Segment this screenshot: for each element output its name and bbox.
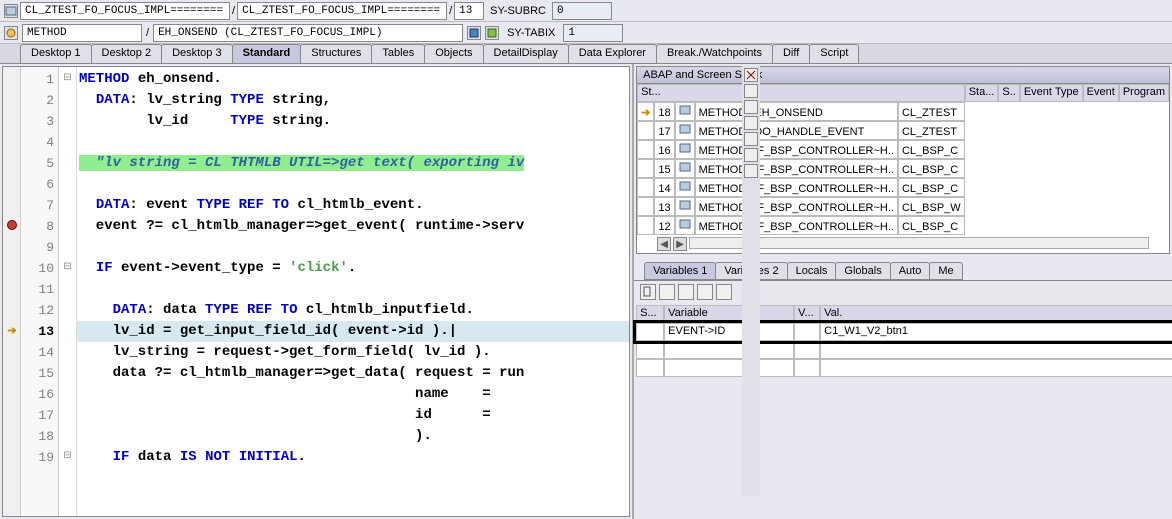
stack-col-s[interactable]: S.. <box>998 84 1019 102</box>
variable-row-empty[interactable] <box>636 359 1172 377</box>
var-col-val[interactable]: Val. <box>820 305 1172 323</box>
var-col-v[interactable]: V... <box>794 305 820 323</box>
sort-asc-icon[interactable] <box>697 284 713 300</box>
class-field-2[interactable]: CL_ZTEST_FO_FOCUS_IMPL======== <box>237 2 447 20</box>
stack-col-sta[interactable]: Sta... <box>965 84 999 102</box>
stack-row[interactable]: 14METHODIF_BSP_CONTROLLER~H..CL_BSP_C <box>637 178 965 197</box>
tab-breakwatch[interactable]: Break./Watchpoints <box>656 44 773 63</box>
stack-col-program[interactable]: Program <box>1119 84 1169 102</box>
insert-icon[interactable] <box>659 284 675 300</box>
sy-subrc-label: SY-SUBRC <box>486 5 550 17</box>
marker-gutter: ➔ <box>3 67 21 516</box>
tab-locals[interactable]: Locals <box>787 262 837 280</box>
glasses-icon[interactable] <box>744 132 758 146</box>
sy-tabix-label: SY-TABIX <box>503 27 559 39</box>
code-container: ➔ 12345678910111213141516171819 ⊟⊟⊟ METH… <box>2 66 630 517</box>
export-icon[interactable] <box>744 100 758 114</box>
grid-icon[interactable] <box>678 284 694 300</box>
stack-row[interactable]: 12METHODIF_BSP_CONTROLLER~H..CL_BSP_C <box>637 216 965 235</box>
right-panel: ABAP and Screen Stack St... Sta... S.. E… <box>634 64 1172 519</box>
fullscreen-icon[interactable] <box>744 116 758 130</box>
tab-objects[interactable]: Objects <box>424 44 483 63</box>
sy-subrc-value: 0 <box>552 2 612 20</box>
method-icon[interactable] <box>4 26 18 40</box>
stack-row[interactable]: 17METHODDO_HANDLE_EVENTCL_ZTEST <box>637 121 965 140</box>
stack-scroll: ◀ ▶ <box>637 235 1169 253</box>
stack-col-st[interactable]: St... <box>637 84 965 102</box>
stack-title: ABAP and Screen Stack <box>637 67 1169 84</box>
fold-column: ⊟⊟⊟ <box>59 67 77 516</box>
current-line-pointer: ➔ <box>6 324 18 336</box>
tab-globals[interactable]: Globals <box>835 262 890 280</box>
stack-col-eventtype[interactable]: Event Type <box>1020 84 1083 102</box>
method-name-field[interactable]: EH_ONSEND (CL_ZTEST_FO_FOCUS_IMPL) <box>153 24 463 42</box>
var-col-variable[interactable]: Variable <box>664 305 794 323</box>
editor-vertical-toolbar <box>742 66 760 496</box>
variables-grid: S... Variable V... Val. EVENT->ID C1_W1_… <box>636 305 1172 377</box>
tab-auto[interactable]: Auto <box>890 262 931 280</box>
tab-diff[interactable]: Diff <box>772 44 810 63</box>
sort-desc-icon[interactable] <box>716 284 732 300</box>
sep: / <box>232 5 235 17</box>
tab-structures[interactable]: Structures <box>300 44 372 63</box>
class-field-1[interactable]: CL_ZTEST_FO_FOCUS_IMPL======== <box>20 2 230 20</box>
headset-icon[interactable] <box>744 148 758 162</box>
stack-row[interactable]: 15METHODIF_BSP_CONTROLLER~H..CL_BSP_C <box>637 159 965 178</box>
scroll-left-icon[interactable]: ◀ <box>657 237 671 251</box>
var-s-cell <box>636 323 664 341</box>
nav-icon-1[interactable] <box>4 4 18 18</box>
code-panel: ➔ 12345678910111213141516171819 ⊟⊟⊟ METH… <box>0 64 634 519</box>
var-val-cell[interactable]: C1_W1_V2_btn1 <box>820 323 1172 341</box>
stack-col-event[interactable]: Event <box>1083 84 1119 102</box>
variables-tabstrip: Variables 1 Variables 2 Locals Globals A… <box>634 262 1172 280</box>
type-field[interactable]: METHOD <box>22 24 142 42</box>
sep: / <box>449 5 452 17</box>
stack-row[interactable]: 16METHODIF_BSP_CONTROLLER~H..CL_BSP_C <box>637 140 965 159</box>
scroll-right-icon[interactable]: ▶ <box>673 237 687 251</box>
close-icon[interactable] <box>744 68 758 82</box>
line-number-gutter: 12345678910111213141516171819 <box>21 67 59 516</box>
stack-grid: St... Sta... S.. Event Type Event Progra… <box>637 84 1169 235</box>
tab-dataexplorer[interactable]: Data Explorer <box>568 44 657 63</box>
var-col-s[interactable]: S... <box>636 305 664 323</box>
main-tabstrip: Desktop 1 Desktop 2 Desktop 3 Standard S… <box>0 44 1172 64</box>
tab-variables1[interactable]: Variables 1 <box>644 262 716 280</box>
var-name-cell[interactable]: EVENT->ID <box>664 323 794 341</box>
code-body[interactable]: METHOD eh_onsend. DATA: lv_string TYPE s… <box>77 67 629 516</box>
new-window-icon[interactable] <box>744 84 758 98</box>
stack-panel: ABAP and Screen Stack St... Sta... S.. E… <box>636 66 1170 254</box>
tab-me[interactable]: Me <box>929 262 962 280</box>
tab-tables[interactable]: Tables <box>371 44 425 63</box>
tab-script[interactable]: Script <box>809 44 859 63</box>
main-area: ➔ 12345678910111213141516171819 ⊟⊟⊟ METH… <box>0 64 1172 519</box>
toolbar-icon-a[interactable] <box>467 26 481 40</box>
tree-icon[interactable] <box>744 164 758 178</box>
delete-icon[interactable] <box>640 284 656 300</box>
stack-row[interactable]: 13METHODIF_BSP_CONTROLLER~H..CL_BSP_W <box>637 197 965 216</box>
nav-bar-1: CL_ZTEST_FO_FOCUS_IMPL======== / CL_ZTES… <box>0 0 1172 22</box>
tab-desktop2[interactable]: Desktop 2 <box>91 44 163 63</box>
toolbar-icon-b[interactable] <box>485 26 499 40</box>
sep: / <box>146 27 149 39</box>
tab-desktop1[interactable]: Desktop 1 <box>20 44 92 63</box>
nav-bar-2: METHOD / EH_ONSEND (CL_ZTEST_FO_FOCUS_IM… <box>0 22 1172 44</box>
breakpoint-marker[interactable] <box>6 219 18 231</box>
line-field[interactable]: 13 <box>454 2 484 20</box>
stack-row[interactable]: ➔18METHODEH_ONSENDCL_ZTEST <box>637 102 965 121</box>
tab-desktop3[interactable]: Desktop 3 <box>161 44 233 63</box>
var-v-cell <box>794 323 820 341</box>
variable-row[interactable]: EVENT->ID C1_W1_V2_btn1 <box>636 323 1172 341</box>
tab-standard[interactable]: Standard <box>232 44 302 63</box>
variable-row-empty[interactable] <box>636 341 1172 359</box>
tab-detaildisplay[interactable]: DetailDisplay <box>483 44 569 63</box>
variables-toolbar <box>634 280 1172 303</box>
sy-tabix-value: 1 <box>563 24 623 42</box>
